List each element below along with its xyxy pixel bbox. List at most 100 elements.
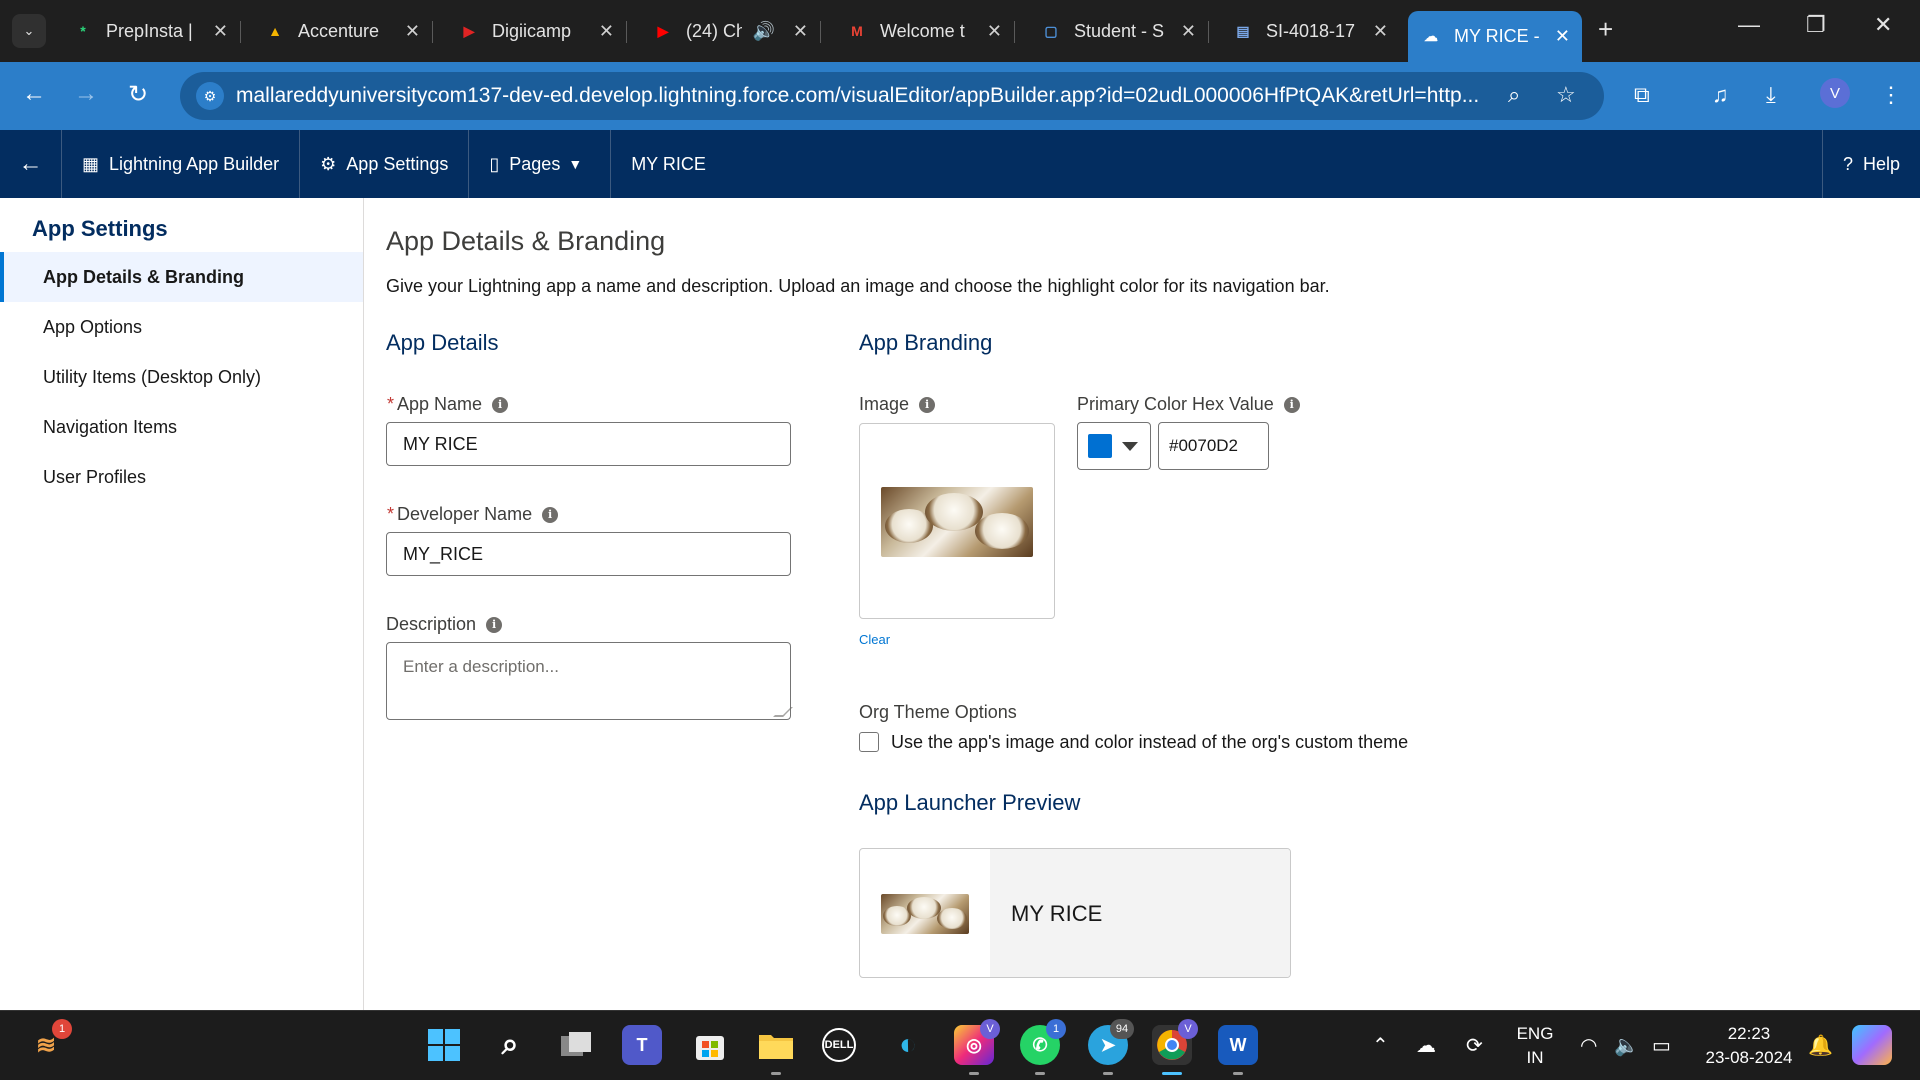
windows-start-icon[interactable] (424, 1025, 464, 1065)
instagram-icon[interactable]: ◎ V (954, 1019, 1000, 1075)
download-icon[interactable]: ⤓ (1766, 82, 1776, 108)
windows-taskbar: ≋ 1 ⌕ T DELL ◐ ◎ V ✆ 1 ➤ 94 V W ⌃ ☁ ⟳ EN… (0, 1010, 1920, 1080)
forward-arrow-icon[interactable]: → (74, 80, 98, 108)
browser-tab[interactable]: ▢ Student - S ✕ (1028, 11, 1209, 51)
url-text[interactable]: mallareddyuniversitycom137-dev-ed.develo… (236, 84, 1536, 108)
developer-name-input[interactable]: MY_RICE (386, 532, 791, 576)
speaker-icon[interactable]: 🔊 (752, 21, 774, 42)
extensions-icon[interactable]: ⧉ (1634, 82, 1650, 108)
browser-tab[interactable]: * PrepInsta | ✕ (60, 11, 241, 51)
chrome-icon[interactable]: V (1152, 1019, 1198, 1075)
main-content: App Details & Branding Give your Lightni… (364, 198, 1920, 1010)
minimize-icon[interactable]: — (1738, 12, 1760, 38)
profile-avatar[interactable]: V (1820, 78, 1850, 108)
sidebar-item-app-details-branding[interactable]: App Details & Branding (0, 252, 363, 302)
bookmark-star-icon[interactable]: ☆ (1556, 82, 1576, 108)
info-icon[interactable]: i (542, 506, 559, 523)
close-tab-icon[interactable]: ✕ (1181, 21, 1196, 42)
reload-icon[interactable]: ↻ (128, 80, 148, 109)
info-icon[interactable]: i (1283, 396, 1300, 413)
whatsapp-icon[interactable]: ✆ 1 (1020, 1019, 1066, 1075)
browser-tab[interactable]: ▶ (24) Ch 🔊 ✕ (640, 11, 821, 51)
app-settings-button[interactable]: ⚙ App Settings (300, 130, 470, 198)
close-tab-icon[interactable]: ✕ (213, 21, 228, 42)
sync-icon[interactable]: ⟳ (1466, 1033, 1483, 1058)
new-tab-icon[interactable]: + (1598, 14, 1613, 45)
wifi-icon[interactable]: ◠ (1580, 1033, 1597, 1058)
color-picker-button[interactable] (1077, 422, 1151, 470)
site-info-icon[interactable]: ⚙ (196, 82, 224, 110)
back-icon[interactable]: ← (0, 130, 62, 198)
primary-color-label-text: Primary Color Hex Value (1077, 394, 1274, 414)
close-window-icon[interactable]: ✕ (1874, 12, 1892, 38)
tab-search-button[interactable]: ⌄ (12, 14, 46, 48)
clock[interactable]: 22:23 23-08-2024 (1694, 1022, 1804, 1070)
volume-icon[interactable]: 🔈 (1614, 1033, 1639, 1058)
org-theme-checkbox-label[interactable]: Use the app's image and color instead of… (891, 732, 1408, 753)
battery-icon[interactable]: ▭ (1652, 1033, 1671, 1058)
menu-kebab-icon[interactable]: ⋮ (1880, 82, 1902, 108)
help-button[interactable]: ? Help (1821, 130, 1920, 198)
app-branding-heading: App Branding (859, 330, 993, 355)
close-tab-icon[interactable]: ✕ (1373, 21, 1388, 42)
copilot-icon[interactable] (1852, 1025, 1892, 1065)
back-arrow-icon[interactable]: ← (22, 80, 46, 108)
word-icon[interactable]: W (1218, 1025, 1258, 1075)
document-favicon-icon: ▤ (1236, 22, 1250, 39)
restore-icon[interactable]: ❐ (1806, 12, 1826, 38)
info-icon[interactable]: i (486, 616, 503, 633)
running-indicator (1233, 1072, 1243, 1075)
close-tab-icon[interactable]: ✕ (405, 21, 420, 42)
info-icon[interactable]: i (492, 396, 509, 413)
task-view-icon[interactable] (556, 1025, 596, 1065)
browser-tab-active[interactable]: ☁ MY RICE - ✕ (1408, 11, 1582, 62)
question-icon: ? (1842, 153, 1853, 174)
close-tab-icon[interactable]: ✕ (987, 21, 1002, 42)
app-name-title: MY RICE (631, 153, 706, 174)
telegram-icon[interactable]: ➤ 94 (1088, 1019, 1134, 1075)
browser-tab[interactable]: M Welcome t ✕ (834, 11, 1015, 51)
store-icon[interactable] (690, 1025, 730, 1065)
tab-title: MY RICE - (1454, 26, 1540, 46)
sidebar-item-user-profiles[interactable]: User Profiles (0, 452, 363, 502)
sidebar-item-app-options[interactable]: App Options (0, 302, 363, 352)
onedrive-cloud-icon[interactable]: ☁ (1416, 1033, 1436, 1058)
app-name-input[interactable]: MY RICE (386, 422, 791, 466)
chevron-down-icon: ▼ (568, 156, 583, 172)
browser-tab[interactable]: ▤ SI-4018-17 ✕ (1220, 11, 1400, 51)
language-indicator[interactable]: ENG IN (1510, 1022, 1560, 1070)
media-control-icon[interactable]: ♫ (1712, 82, 1729, 108)
zoom-icon[interactable]: ⌕ (1508, 82, 1520, 108)
edge-icon[interactable]: ◐ (888, 1025, 928, 1065)
resize-handle-icon[interactable] (773, 707, 793, 717)
dell-icon[interactable]: DELL (822, 1028, 856, 1062)
sidebar-item-utility-items[interactable]: Utility Items (Desktop Only) (0, 352, 363, 402)
search-icon[interactable]: ⌕ (490, 1025, 530, 1065)
app-image-upload[interactable] (859, 423, 1055, 619)
org-theme-label: Org Theme Options (859, 702, 1017, 723)
file-explorer-icon[interactable] (756, 1025, 796, 1075)
tab-title: PrepInsta | (106, 20, 193, 41)
show-hidden-icons-chevron-icon[interactable]: ⌃ (1372, 1033, 1389, 1058)
notification-bell-icon[interactable]: 🔔 (1808, 1033, 1833, 1058)
sidebar-item-navigation-items[interactable]: Navigation Items (0, 402, 363, 452)
pages-label: Pages (509, 153, 561, 174)
teams-icon[interactable]: T (622, 1025, 662, 1065)
browser-tab[interactable]: ▶ Digiicamp ✕ (446, 11, 627, 51)
tab-title: Student - S (1074, 20, 1165, 41)
close-tab-icon[interactable]: ✕ (1555, 26, 1570, 47)
tab-title: SI-4018-17 (1266, 20, 1356, 41)
close-tab-icon[interactable]: ✕ (599, 21, 614, 42)
hex-color-input[interactable]: #0070D2 (1158, 422, 1269, 470)
info-icon[interactable]: i (919, 396, 936, 413)
lightning-app-builder-button[interactable]: ▦ Lightning App Builder (62, 130, 301, 198)
app-launcher-preview: MY RICE (859, 848, 1291, 978)
description-textarea[interactable]: Enter a description... (386, 642, 793, 720)
clear-image-link[interactable]: Clear (859, 632, 890, 647)
pages-dropdown[interactable]: ▯ Pages ▼ (469, 130, 612, 198)
close-tab-icon[interactable]: ✕ (793, 21, 808, 42)
weather-widget-icon[interactable]: ≋ 1 (26, 1019, 72, 1065)
address-bar[interactable]: ⚙ mallareddyuniversitycom137-dev-ed.deve… (180, 72, 1604, 120)
org-theme-checkbox[interactable] (859, 732, 879, 752)
browser-tab[interactable]: ▲ Accenture ✕ (252, 11, 433, 51)
